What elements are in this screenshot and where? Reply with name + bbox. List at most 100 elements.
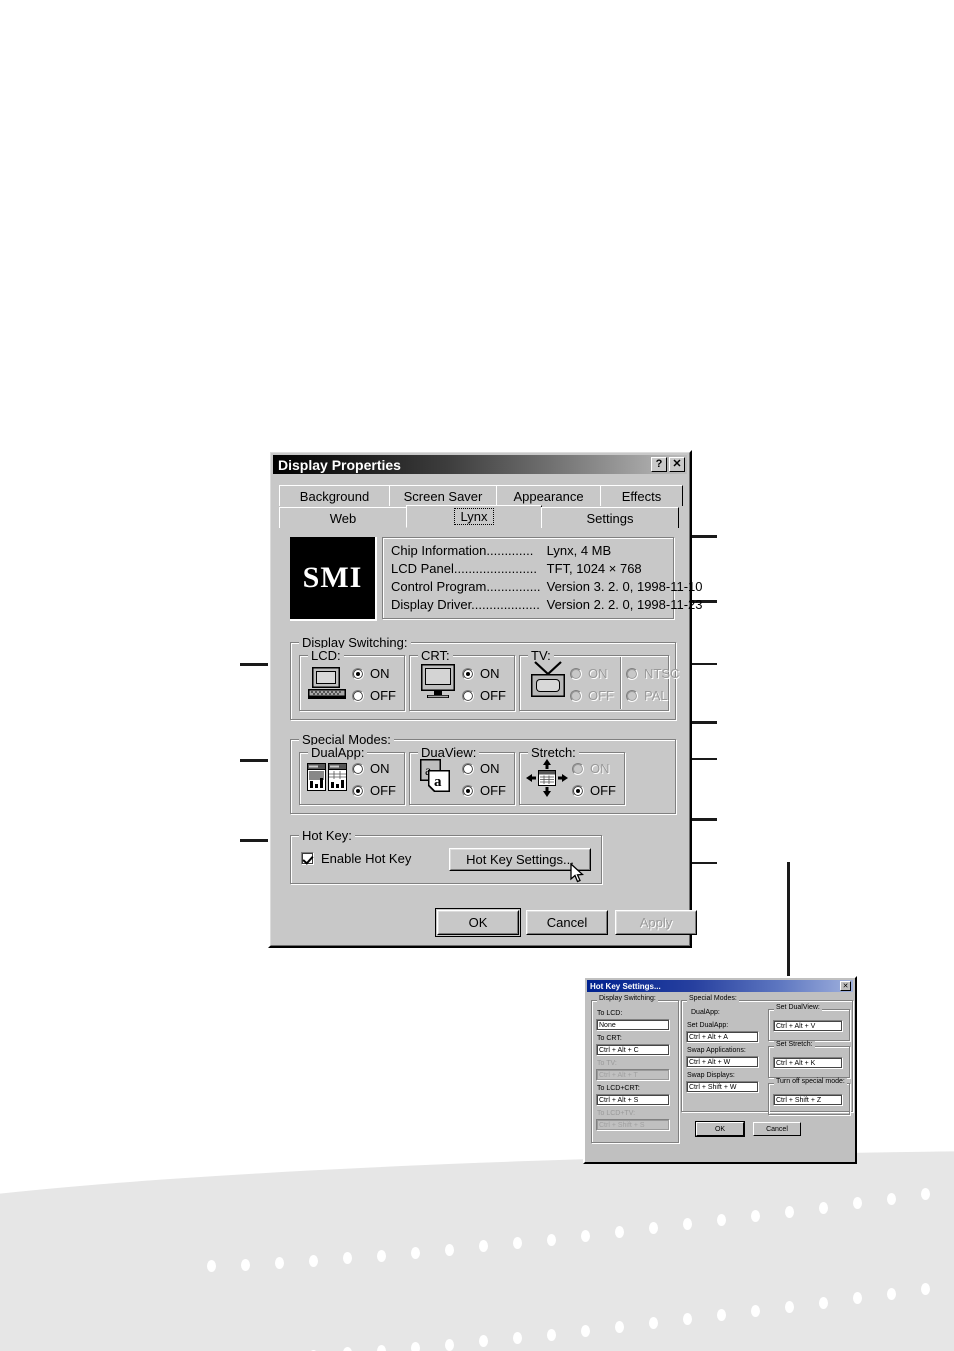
special-modes-group: Special Modes: DualApp: ON OFF DuaView: … <box>290 732 676 814</box>
decorative-dot <box>819 1201 828 1214</box>
close-button[interactable]: ✕ <box>669 457 685 472</box>
dualapp-radio-on-row[interactable]: ON <box>352 760 396 777</box>
tv-radio-pal <box>626 689 638 702</box>
decorative-dot <box>411 1341 420 1351</box>
decorative-dot <box>581 1324 590 1337</box>
hk-set-stretch-input[interactable]: Ctrl + Alt + K <box>773 1057 843 1069</box>
decorative-dot <box>887 1192 896 1205</box>
stretch-radio-off[interactable] <box>572 784 584 797</box>
hot-key-title-bar[interactable]: Hot Key Settings... ✕ <box>587 980 853 992</box>
crt-legend: CRT: <box>418 648 453 663</box>
hk-to-lcd-input[interactable]: None <box>596 1019 670 1031</box>
tab-lynx-label: Lynx <box>453 508 495 525</box>
decorative-dot <box>445 1243 454 1256</box>
dualapp-radio-on[interactable] <box>352 762 364 775</box>
dualapp-radio-off-row[interactable]: OFF <box>352 782 396 799</box>
info-row: Control Program............... Version 3… <box>391 578 703 596</box>
dual-view-icon: a a <box>420 759 454 800</box>
decorative-dot <box>921 1188 930 1200</box>
decorative-dot <box>921 1283 930 1295</box>
hk-cancel-button[interactable]: Cancel <box>753 1122 801 1136</box>
tv-radio-off-row: OFF <box>570 687 614 704</box>
tab-appearance[interactable]: Appearance <box>496 485 601 506</box>
dualview-group: DuaView: a a ON <box>409 745 515 805</box>
cancel-button[interactable]: Cancel <box>526 910 608 935</box>
hk-dualapp-label: DualApp: <box>691 1009 720 1016</box>
enable-hot-key-row[interactable]: Enable Hot Key <box>301 851 411 866</box>
crt-radio-on[interactable] <box>462 667 474 680</box>
hk-to-lcd-crt-input[interactable]: Ctrl + Alt + S <box>596 1094 670 1106</box>
tab-screen-saver[interactable]: Screen Saver <box>389 485 497 506</box>
help-button[interactable]: ? <box>651 457 667 472</box>
decorative-dot <box>751 1305 760 1318</box>
hk-to-crt-input[interactable]: Ctrl + Alt + C <box>596 1044 670 1056</box>
hk-special-modes-legend: Special Modes: <box>687 995 739 1002</box>
stretch-radio-off-row[interactable]: OFF <box>572 782 616 799</box>
tab-row-2: Web Lynx Settings <box>279 505 679 528</box>
tab-lynx[interactable]: Lynx <box>406 505 542 528</box>
crt-radio-off-label: OFF <box>480 688 506 703</box>
hk-to-tv-input: Ctrl + Alt + T <box>596 1069 670 1081</box>
hk-swap-applications-input[interactable]: Ctrl + Alt + W <box>686 1056 759 1068</box>
lcd-radio-on[interactable] <box>352 667 364 680</box>
lcd-radio-off-label: OFF <box>370 688 396 703</box>
info-row: Display Driver................... Versio… <box>391 596 703 614</box>
tv-radio-pal-row: PAL <box>626 687 679 704</box>
crt-radio-on-row[interactable]: ON <box>462 665 506 682</box>
decorative-dot <box>411 1246 420 1259</box>
info-label: Display Driver................... <box>391 597 540 612</box>
hk-set-dualapp-input[interactable]: Ctrl + Alt + A <box>686 1031 759 1043</box>
info-row: LCD Panel....................... TFT, 10… <box>391 560 665 578</box>
crt-radio-on-label: ON <box>480 666 500 681</box>
stretch-radio-off-label: OFF <box>590 783 616 798</box>
lcd-radio-off[interactable] <box>352 689 364 702</box>
dualview-radio-on[interactable] <box>462 762 474 775</box>
stretch-radio-on-label: ON <box>590 761 610 776</box>
hk-to-crt-label: To CRT: <box>597 1035 622 1042</box>
dualview-radio-off[interactable] <box>462 784 474 797</box>
enable-hot-key-checkbox[interactable] <box>301 852 314 865</box>
hot-key-group: Hot Key: Enable Hot Key Hot Key Settings… <box>290 828 602 884</box>
svg-text:a: a <box>434 774 442 790</box>
tab-web[interactable]: Web <box>279 507 407 528</box>
television-icon <box>528 661 568 706</box>
decorative-dot <box>581 1229 590 1242</box>
tv-group: TV: ON OFF NTSC PAL <box>519 648 679 711</box>
ok-button[interactable]: OK <box>435 908 521 937</box>
decorative-dot <box>445 1338 454 1351</box>
tab-settings[interactable]: Settings <box>541 507 679 528</box>
tv-radio-pal-label: PAL <box>644 688 668 703</box>
lcd-legend: LCD: <box>308 648 344 663</box>
hk-set-dualview-input[interactable]: Ctrl + Alt + V <box>773 1020 843 1032</box>
display-properties-window: Display Properties ? ✕ Background Screen… <box>268 450 703 948</box>
crt-radio-off-row[interactable]: OFF <box>462 687 506 704</box>
hk-turn-off-special-mode-input[interactable]: Ctrl + Shift + Z <box>773 1094 843 1106</box>
smi-logo-text: SMI <box>302 561 363 594</box>
tab-background[interactable]: Background <box>279 485 390 506</box>
dualview-radio-on-row[interactable]: ON <box>462 760 506 777</box>
hot-key-close-button[interactable]: ✕ <box>840 981 851 991</box>
hk-ok-button[interactable]: OK <box>695 1121 745 1137</box>
lcd-radio-on-row[interactable]: ON <box>352 665 396 682</box>
lcd-radio-off-row[interactable]: OFF <box>352 687 396 704</box>
tv-radio-on-label: ON <box>588 666 608 681</box>
manual-page: Display Properties ? ✕ Background Screen… <box>0 0 954 1351</box>
info-value: Version 2. 2. 0, 1998-11-23 <box>546 597 703 612</box>
title-bar[interactable]: Display Properties ? ✕ <box>273 455 687 474</box>
dualapp-radio-off[interactable] <box>352 784 364 797</box>
tv-group-divider <box>620 657 622 709</box>
hk-swap-displays-input[interactable]: Ctrl + Shift + W <box>686 1081 759 1093</box>
hot-key-window-title: Hot Key Settings... <box>590 981 661 991</box>
hk-set-stretch-legend: Set Stretch: <box>774 1041 815 1048</box>
dualview-radio-off-row[interactable]: OFF <box>462 782 506 799</box>
stretch-radio-on <box>572 762 584 775</box>
crt-radio-off[interactable] <box>462 689 474 702</box>
hk-set-dualview-legend: Set DualView: <box>774 1004 822 1011</box>
tv-radio-ntsc-label: NTSC <box>644 666 680 681</box>
cancel-button-label: Cancel <box>546 915 588 930</box>
hk-to-lcd-label: To LCD: <box>597 1010 623 1017</box>
dual-app-icon <box>307 763 347 798</box>
decorative-dot <box>275 1256 284 1269</box>
tv-radio-ntsc <box>626 667 638 680</box>
tab-effects[interactable]: Effects <box>600 485 683 506</box>
